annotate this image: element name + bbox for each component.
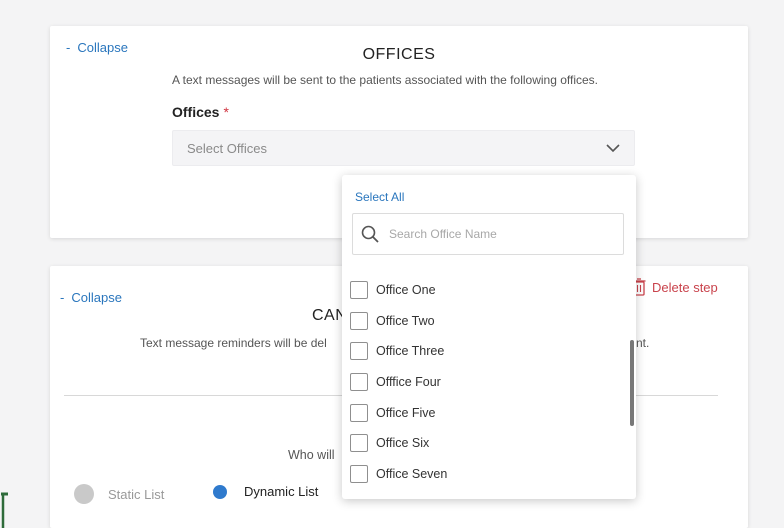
radio-selected-icon: [213, 484, 227, 499]
office-option-label: Office Five: [376, 405, 436, 420]
delete-step-label: Delete step: [652, 279, 718, 295]
section-description: A text messages will be sent to the pati…: [172, 73, 599, 87]
office-option[interactable]: Office Three: [350, 336, 620, 367]
chevron-down-icon: [606, 144, 620, 153]
dropdown-scrollbar[interactable]: [630, 340, 634, 426]
section-description-tail: nt.: [636, 336, 650, 350]
window-edge-decoration: [1, 492, 8, 528]
offices-select[interactable]: Select Offices: [172, 130, 635, 166]
offices-field-label: Offices *: [172, 104, 229, 120]
checkbox[interactable]: [350, 281, 368, 300]
select-all-link[interactable]: Select All: [355, 190, 404, 204]
radio-static-list[interactable]: Static List: [74, 484, 164, 504]
list-type-subheading: Who will: [288, 448, 335, 462]
checkbox[interactable]: [350, 342, 368, 361]
office-option[interactable]: Offfice Four: [350, 367, 620, 398]
search-icon: [361, 225, 379, 243]
radio-label: Static List: [108, 486, 165, 502]
offices-dropdown-panel: Select All Office One Office Two Office …: [342, 175, 636, 499]
checkbox[interactable]: [350, 311, 368, 330]
radio-unselected-icon: [74, 484, 94, 504]
select-placeholder: Select Offices: [187, 140, 267, 156]
radio-label: Dynamic List: [244, 484, 319, 499]
offices-label-text: Offices: [172, 104, 220, 120]
office-option[interactable]: Office Two: [350, 306, 620, 337]
checkbox[interactable]: [350, 373, 368, 392]
section-title: OFFICES: [362, 46, 436, 63]
office-option-label: Office Seven: [376, 466, 448, 481]
collapse-label: Collapse: [71, 290, 122, 305]
office-option-label: Offfice Four: [376, 375, 441, 390]
office-option[interactable]: Office Five: [350, 397, 620, 428]
section-description: Text message reminders will be del: [140, 336, 327, 350]
search-office-input[interactable]: [387, 226, 607, 242]
office-option[interactable]: Office Seven: [350, 459, 620, 490]
office-option[interactable]: Office Six: [350, 428, 620, 459]
required-mark: *: [223, 104, 229, 120]
office-option-label: Office Three: [376, 344, 445, 359]
office-option-label: Office One: [376, 283, 436, 298]
office-option-label: Office Two: [376, 313, 435, 328]
delete-step-button[interactable]: Delete step: [632, 278, 718, 296]
checkbox[interactable]: [350, 464, 368, 483]
checkbox[interactable]: [350, 434, 368, 453]
collapse-button[interactable]: - Collapse: [60, 290, 122, 305]
office-option-label: Office Six: [376, 436, 430, 451]
search-box[interactable]: [352, 213, 624, 255]
minus-icon: -: [60, 290, 65, 305]
office-option-list: Office One Office Two Office Three Offfi…: [350, 275, 620, 489]
office-option[interactable]: Office One: [350, 275, 620, 306]
radio-dynamic-list[interactable]: Dynamic List: [210, 484, 318, 499]
checkbox[interactable]: [350, 403, 368, 422]
